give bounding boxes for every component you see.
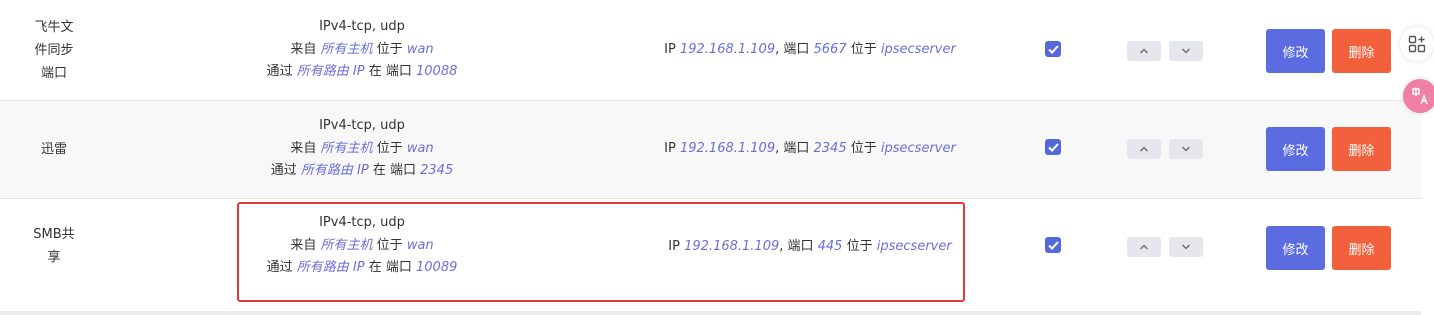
dest-ip: 192.168.1.109 — [679, 141, 776, 156]
chevron-up-icon — [1140, 48, 1148, 54]
chevron-down-icon — [1182, 244, 1190, 250]
apps-grid-icon[interactable] — [1400, 27, 1434, 61]
via-router: 所有路由 IP — [300, 163, 369, 178]
enable-checkbox[interactable] — [1045, 41, 1061, 57]
chevron-down-icon — [1182, 146, 1190, 152]
protocol-text: IPv4-tcp, udp — [319, 19, 405, 34]
dest-zone: ipsecserver — [880, 141, 956, 156]
apps-grid-glyph — [1408, 35, 1426, 53]
delete-button[interactable]: 删除 — [1332, 127, 1391, 171]
rule-name: SMB共 享 — [33, 227, 75, 265]
check-icon — [1047, 142, 1059, 152]
chevron-down-icon — [1182, 48, 1190, 54]
source-zone: wan — [406, 41, 434, 57]
move-down-button[interactable] — [1169, 139, 1203, 159]
source-line: 来自 所有主机 位于 wan — [290, 140, 434, 156]
check-icon — [1047, 240, 1059, 250]
source-host: 所有主机 — [320, 140, 373, 156]
enable-checkbox[interactable] — [1045, 139, 1061, 155]
chevron-up-icon — [1140, 146, 1148, 152]
source-host: 所有主机 — [320, 41, 373, 57]
translate-icon[interactable] — [1403, 79, 1434, 113]
table-row: 迅雷 IPv4-tcp, udp 来自 所有主机 位于 wan 通过 所有路由 … — [0, 101, 1421, 199]
edit-button[interactable]: 修改 — [1266, 29, 1325, 73]
delete-button[interactable]: 删除 — [1332, 29, 1391, 73]
dest-zone: ipsecserver — [880, 42, 956, 57]
rule-destination: IP 192.168.1.109, 端口 5667 位于 ipsecserver — [664, 42, 956, 57]
external-port: 2345 — [420, 163, 454, 178]
rule-destination: IP 192.168.1.109, 端口 2345 位于 ipsecserver — [664, 141, 956, 156]
rule-name: 飞牛文 件同步 端口 — [34, 20, 74, 81]
table-bottom-border — [0, 311, 1421, 315]
protocol-text: IPv4-tcp, udp — [319, 118, 405, 133]
rule-name: 迅雷 — [40, 142, 67, 157]
move-up-button[interactable] — [1127, 139, 1161, 159]
via-router: 所有路由 IP — [296, 64, 365, 79]
delete-button[interactable]: 删除 — [1332, 226, 1391, 270]
move-down-button[interactable] — [1169, 237, 1203, 257]
source-line: 来自 所有主机 位于 wan — [290, 41, 434, 57]
highlight-box — [237, 202, 965, 302]
translate-glyph — [1412, 87, 1428, 105]
move-up-button[interactable] — [1127, 41, 1161, 61]
dest-ip: 192.168.1.109 — [679, 42, 776, 57]
dest-port: 2345 — [813, 141, 847, 156]
via-line: 通过 所有路由 IP 在 端口 10088 — [266, 64, 458, 79]
rule-match: IPv4-tcp, udp 来自 所有主机 位于 wan 通过 所有路由 IP … — [250, 115, 474, 183]
move-down-button[interactable] — [1169, 41, 1203, 61]
via-line: 通过 所有路由 IP 在 端口 2345 — [270, 163, 454, 178]
edit-button[interactable]: 修改 — [1266, 226, 1325, 270]
move-up-button[interactable] — [1127, 237, 1161, 257]
enable-checkbox[interactable] — [1045, 237, 1061, 253]
table-row: 飞牛文 件同步 端口 IPv4-tcp, udp 来自 所有主机 位于 wan … — [0, 0, 1421, 101]
dest-port: 5667 — [813, 42, 847, 57]
rule-match: IPv4-tcp, udp 来自 所有主机 位于 wan 通过 所有路由 IP … — [250, 16, 474, 84]
external-port: 10088 — [416, 64, 458, 79]
chevron-up-icon — [1140, 244, 1148, 250]
check-icon — [1047, 44, 1059, 54]
source-zone: wan — [406, 140, 434, 156]
edit-button[interactable]: 修改 — [1266, 127, 1325, 171]
